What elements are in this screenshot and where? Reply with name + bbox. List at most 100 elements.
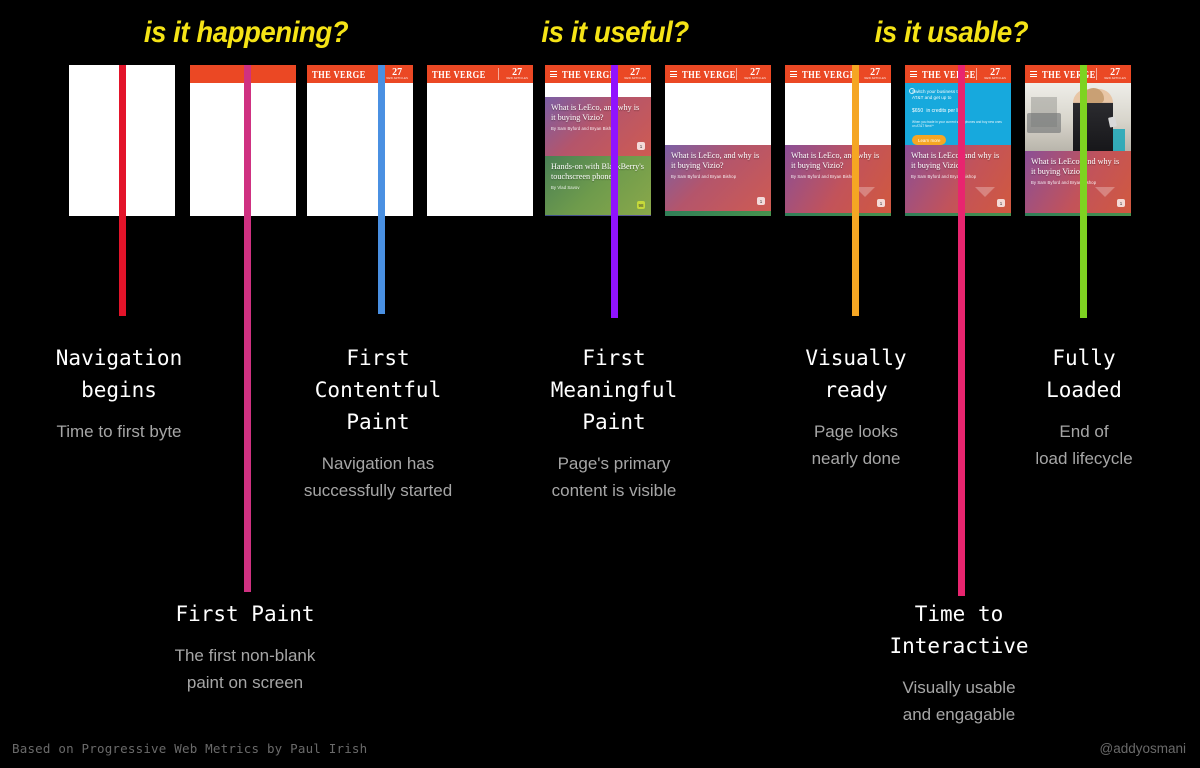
ad-learn-more-button[interactable]: Learn more (912, 135, 947, 146)
source-credit: Based on Progressive Web Metrics by Paul… (12, 741, 368, 756)
verge-logo: THE VERGE (562, 67, 616, 81)
comment-count-badge[interactable]: 98 (637, 201, 645, 209)
thumbnail-header-logo-b: THE VERGE 27 NEW ARTICLES (427, 65, 533, 216)
article-card-dyson[interactable]: The Dyson 360 Eye is the (545, 215, 651, 216)
metric-name: First Meaningful Paint (550, 346, 678, 434)
timeline-line-visually-ready (852, 65, 859, 316)
verge-logo: THE VERGE (312, 67, 366, 81)
timeline-line-first-paint (244, 65, 251, 592)
next-article-peek (785, 213, 891, 216)
article-byline: By Sam Byford and Bryan Bishop (1031, 180, 1097, 185)
thumbnail-articles-full: THE VERGE 27 NEW ARTICLES What is LeEco,… (545, 65, 651, 216)
verge-article-count: 27 NEW ARTICLES (616, 67, 646, 81)
metric-name: Navigation begins (55, 346, 183, 402)
article-card-leeco[interactable]: What is LeEco, and why is it buying Vizi… (545, 97, 651, 156)
verge-article-count: 27 NEW ARTICLES (856, 67, 886, 81)
content-gap (665, 83, 771, 145)
verge-header-bar (190, 65, 296, 83)
metric-description: End of load lifecycle (1035, 422, 1133, 468)
metric-description: Page looks nearly done (811, 422, 901, 468)
verge-header-bar: THE VERGE 27 NEW ARTICLES (785, 65, 891, 83)
photo-accent (1111, 129, 1125, 151)
hamburger-icon (1030, 71, 1037, 77)
timeline-line-time-to-interactive (958, 65, 965, 596)
verge-header-bar: THE VERGE 27 NEW ARTICLES (307, 65, 413, 83)
thumbnail-header-bar (190, 65, 296, 216)
photo-furniture (1027, 113, 1061, 133)
chevron-down-icon (975, 187, 995, 197)
article-byline: By Sam Byford and Bryan Bishop (551, 126, 617, 131)
content-gap (785, 83, 891, 145)
thumbnail-fully-loaded: THE VERGE 27 NEW ARTICLES What is LeEco,… (1025, 65, 1131, 216)
thumbnail-article-one: THE VERGE 27 NEW ARTICLES What is LeEco,… (665, 65, 771, 216)
content-gap (545, 83, 651, 97)
metric-first-meaningful-paint: First Meaningful Paint Page's primary con… (510, 342, 718, 504)
comment-count-badge[interactable]: 1 (637, 142, 645, 150)
verge-header-bar: THE VERGE 27 NEW ARTICLES (545, 65, 651, 83)
verge-article-count: 27 NEW ARTICLES (976, 67, 1006, 81)
verge-logo: THE VERGE (682, 67, 736, 81)
metric-name: Time to Interactive (889, 602, 1029, 658)
article-card-leeco[interactable]: What is LeEco, and why is it buying Vizi… (1025, 151, 1131, 213)
poster-canvas: is it happening? is it useful? is it usa… (0, 0, 1200, 768)
article-title: What is LeEco, and why is it buying Vizi… (551, 103, 640, 122)
verge-logo: THE VERGE (802, 67, 856, 81)
section-question-useful: is it useful? (541, 16, 689, 49)
metric-name: Visually ready (805, 346, 907, 402)
author-handle: @addyosmani (1099, 741, 1187, 756)
next-article-peek (1025, 213, 1131, 216)
metric-name: First Paint (175, 602, 315, 626)
comment-count-badge[interactable]: 1 (997, 199, 1005, 207)
verge-logo: THE VERGE (432, 67, 486, 81)
metric-description: Navigation has successfully started (303, 454, 453, 500)
article-byline: By Sam Byford and Bryan Bishop (671, 174, 737, 179)
metric-description: Page's primary content is visible (551, 454, 677, 500)
hamburger-icon (550, 71, 557, 77)
next-article-peek (665, 211, 771, 216)
verge-logo: THE VERGE (1042, 67, 1096, 81)
thumbnail-header-logo-a: THE VERGE 27 NEW ARTICLES (307, 65, 413, 216)
comment-count-badge[interactable]: 1 (877, 199, 885, 207)
metric-description: The first non-blank paint on screen (174, 646, 316, 692)
verge-logo: THE VERGE (922, 67, 976, 81)
metric-time-to-interactive: Time to Interactive Visually usable and e… (845, 598, 1073, 728)
verge-header-bar: THE VERGE 27 NEW ARTICLES (665, 65, 771, 83)
timeline-line-first-contentful-paint (378, 65, 385, 314)
hamburger-icon (670, 71, 677, 77)
metric-description: Visually usable and engagable (902, 678, 1016, 724)
hamburger-icon (910, 71, 917, 77)
metric-name: Fully Loaded (1046, 346, 1122, 402)
thumbnail-visually-ready: THE VERGE 27 NEW ARTICLES What is LeEco,… (785, 65, 891, 216)
article-card-blackberry[interactable]: Hands-on with BlackBerry's touchscreen p… (545, 156, 651, 215)
metric-description: Time to first byte (56, 422, 182, 441)
metric-fully-loaded: Fully Loaded End of load lifecycle (990, 342, 1178, 472)
verge-header-bar: THE VERGE 27 NEW ARTICLES (1025, 65, 1131, 83)
article-card-leeco[interactable]: What is LeEco, and why is it buying Vizi… (665, 145, 771, 211)
hamburger-icon (790, 71, 797, 77)
comment-count-badge[interactable]: 1 (1117, 199, 1125, 207)
article-title: What is LeEco, and why is it buying Vizi… (791, 151, 880, 170)
verge-header-bar: THE VERGE 27 NEW ARTICLES (427, 65, 533, 83)
article-title: What is LeEco, and why is it buying Vizi… (1031, 157, 1120, 176)
timeline-line-fully-loaded (1080, 65, 1087, 318)
section-question-happening: is it happening? (143, 16, 349, 49)
verge-article-count: 27 NEW ARTICLES (736, 67, 766, 81)
metric-first-contentful-paint: First Contentful Paint Navigation has suc… (272, 342, 484, 504)
metric-first-paint: First Paint The first non-blank paint on … (130, 598, 360, 696)
section-question-usable: is it usable? (874, 16, 1029, 49)
metric-navigation-begins: Navigation begins Time to first byte (20, 342, 218, 445)
verge-article-count: 27 NEW ARTICLES (498, 67, 528, 81)
timeline-line-first-meaningful-paint (611, 65, 618, 318)
timeline-line-navigation-begins (119, 65, 126, 316)
article-byline: By Sam Byford and Bryan Bishop (791, 174, 857, 179)
article-byline: By Vlad Savov (551, 185, 580, 190)
comment-count-badge[interactable]: 1 (757, 197, 765, 205)
article-title: What is LeEco, and why is it buying Vizi… (671, 151, 760, 170)
article-title: Hands-on with BlackBerry's touchscreen p… (551, 162, 644, 181)
article-hero-photo (1025, 83, 1131, 151)
chevron-down-icon (1095, 187, 1115, 197)
metric-name: First Contentful Paint (314, 346, 442, 434)
metric-visually-ready: Visually ready Page looks nearly done (762, 342, 950, 472)
article-card-leeco[interactable]: What is LeEco, and why is it buying Vizi… (785, 145, 891, 213)
verge-article-count: 27 NEW ARTICLES (1096, 67, 1126, 81)
